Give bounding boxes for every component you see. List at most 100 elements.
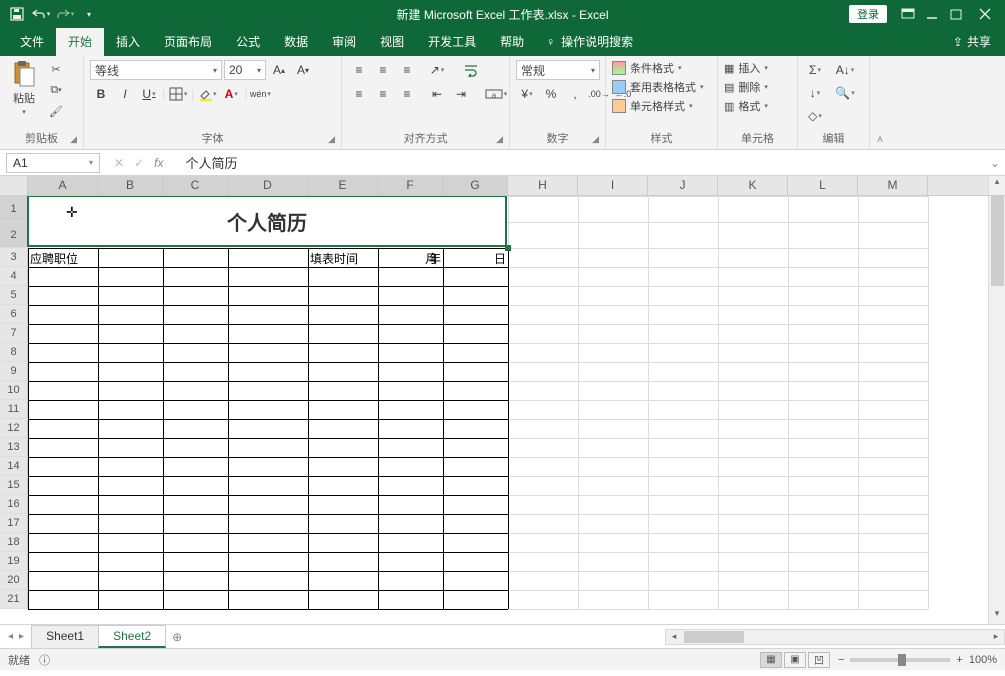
row-header-4[interactable]: 4 [0,267,28,286]
share-button[interactable]: ⇪共享 [939,33,1005,56]
close-icon[interactable] [969,3,1001,25]
minimize-icon[interactable] [921,3,943,25]
scroll-down-icon[interactable]: ▾ [989,608,1005,624]
conditional-format-button[interactable]: 条件格式▾ [612,60,682,76]
row-header-7[interactable]: 7 [0,324,28,343]
column-header-F[interactable]: F [378,176,443,195]
expand-formula-bar-icon[interactable]: ⌄ [985,156,1005,170]
align-bottom-icon[interactable]: ≡ [396,60,418,80]
vertical-scrollbar[interactable]: ▾ [988,196,1005,624]
column-header-L[interactable]: L [788,176,858,195]
clear-icon[interactable]: ◇ [804,106,826,126]
align-right-icon[interactable]: ≡ [396,84,418,104]
zoom-level[interactable]: 100% [969,654,997,666]
qat-customize-icon[interactable]: ▾ [78,3,100,25]
normal-view-icon[interactable]: ▦ [760,652,782,668]
page-layout-view-icon[interactable]: ▣ [784,652,806,668]
italic-button[interactable]: I [114,84,136,104]
column-header-D[interactable]: D [228,176,308,195]
column-header-K[interactable]: K [718,176,788,195]
select-all-corner[interactable] [0,176,28,195]
row-header-11[interactable]: 11 [0,400,28,419]
bold-button[interactable]: B [90,84,112,104]
decrease-indent-icon[interactable]: ⇤ [426,84,448,104]
row-header-9[interactable]: 9 [0,362,28,381]
row-header-6[interactable]: 6 [0,305,28,324]
row-header-1[interactable]: 1 [0,196,28,222]
merged-title-cell[interactable]: 个人简历 [27,196,507,247]
column-header-A[interactable]: A [28,176,98,195]
sheet-tab-Sheet1[interactable]: Sheet1 [31,625,99,648]
row-header-15[interactable]: 15 [0,476,28,495]
tab-插入[interactable]: 插入 [104,28,152,56]
find-select-icon[interactable]: 🔍 [834,83,856,103]
font-launcher-icon[interactable]: ◢ [328,134,335,145]
tab-数据[interactable]: 数据 [272,28,320,56]
ribbon-display-icon[interactable] [897,3,919,25]
copy-icon[interactable]: ⧉▾ [46,81,66,99]
zoom-out-icon[interactable]: − [838,654,844,666]
row-header-5[interactable]: 5 [0,286,28,305]
column-header-I[interactable]: I [578,176,648,195]
row-header-3[interactable]: 3 [0,248,28,267]
column-header-J[interactable]: J [648,176,718,195]
new-sheet-button[interactable]: ⊕ [166,630,188,644]
increase-font-icon[interactable]: A▴ [268,60,290,80]
collapse-ribbon-icon[interactable]: ʌ [870,56,890,149]
fill-color-button[interactable] [196,84,218,104]
align-middle-icon[interactable]: ≡ [372,60,394,80]
border-button[interactable] [167,84,189,104]
page-break-view-icon[interactable]: 凹 [808,652,830,668]
row-header-16[interactable]: 16 [0,495,28,514]
comma-icon[interactable]: , [564,84,586,104]
cells-area[interactable]: 个人简历✛应聘职位填表时间年月日 [28,196,988,624]
font-size-combo[interactable]: 20 [224,60,266,80]
cell-styles-button[interactable]: 单元格样式▾ [612,98,693,114]
font-name-combo[interactable]: 等线 [90,60,222,80]
tab-公式[interactable]: 公式 [224,28,272,56]
format-cells-button[interactable]: ▥格式▾ [724,98,768,114]
column-header-G[interactable]: G [443,176,508,195]
tab-帮助[interactable]: 帮助 [488,28,536,56]
row-header-18[interactable]: 18 [0,533,28,552]
accounting-icon[interactable]: ¥ [516,84,538,104]
sheet-nav-prev-icon[interactable]: ◂ [8,631,13,642]
format-painter-icon[interactable]: 🖌 [46,102,66,120]
row-header-19[interactable]: 19 [0,552,28,571]
row-header-8[interactable]: 8 [0,343,28,362]
clipboard-launcher-icon[interactable]: ◢ [70,134,77,145]
column-header-E[interactable]: E [308,176,378,195]
merge-center-icon[interactable]: a [482,84,510,104]
tab-审阅[interactable]: 审阅 [320,28,368,56]
save-icon[interactable] [6,3,28,25]
tab-页面布局[interactable]: 页面布局 [152,28,224,56]
percent-icon[interactable]: % [540,84,562,104]
row-header-21[interactable]: 21 [0,590,28,609]
cancel-formula-icon[interactable]: ✕ [114,156,124,170]
tab-视图[interactable]: 视图 [368,28,416,56]
delete-cells-button[interactable]: ▤删除▾ [724,79,768,95]
tab-文件[interactable]: 文件 [8,28,56,56]
row-header-12[interactable]: 12 [0,419,28,438]
number-format-combo[interactable]: 常规 [516,60,600,80]
row-header-10[interactable]: 10 [0,381,28,400]
sort-filter-icon[interactable]: A↓ [834,60,856,80]
tell-me-search[interactable]: ♀操作说明搜索 [536,33,643,56]
login-button[interactable]: 登录 [849,5,887,23]
format-as-table-button[interactable]: 套用表格格式▾ [612,79,704,95]
align-top-icon[interactable]: ≡ [348,60,370,80]
row-header-20[interactable]: 20 [0,571,28,590]
tab-开发工具[interactable]: 开发工具 [416,28,488,56]
horizontal-scrollbar[interactable]: ◂▸ [188,629,1005,645]
row-header-17[interactable]: 17 [0,514,28,533]
insert-cells-button[interactable]: ▦插入▾ [724,60,768,76]
autosum-icon[interactable]: Σ [804,60,826,80]
zoom-in-icon[interactable]: + [956,654,962,666]
zoom-slider[interactable] [850,658,950,662]
decrease-font-icon[interactable]: A▾ [292,60,314,80]
paste-button[interactable]: 粘贴 ▾ [6,60,42,116]
name-box[interactable]: A1 [6,153,100,173]
scroll-up-icon[interactable]: ▴ [989,176,1005,192]
column-header-C[interactable]: C [163,176,228,195]
align-left-icon[interactable]: ≡ [348,84,370,104]
